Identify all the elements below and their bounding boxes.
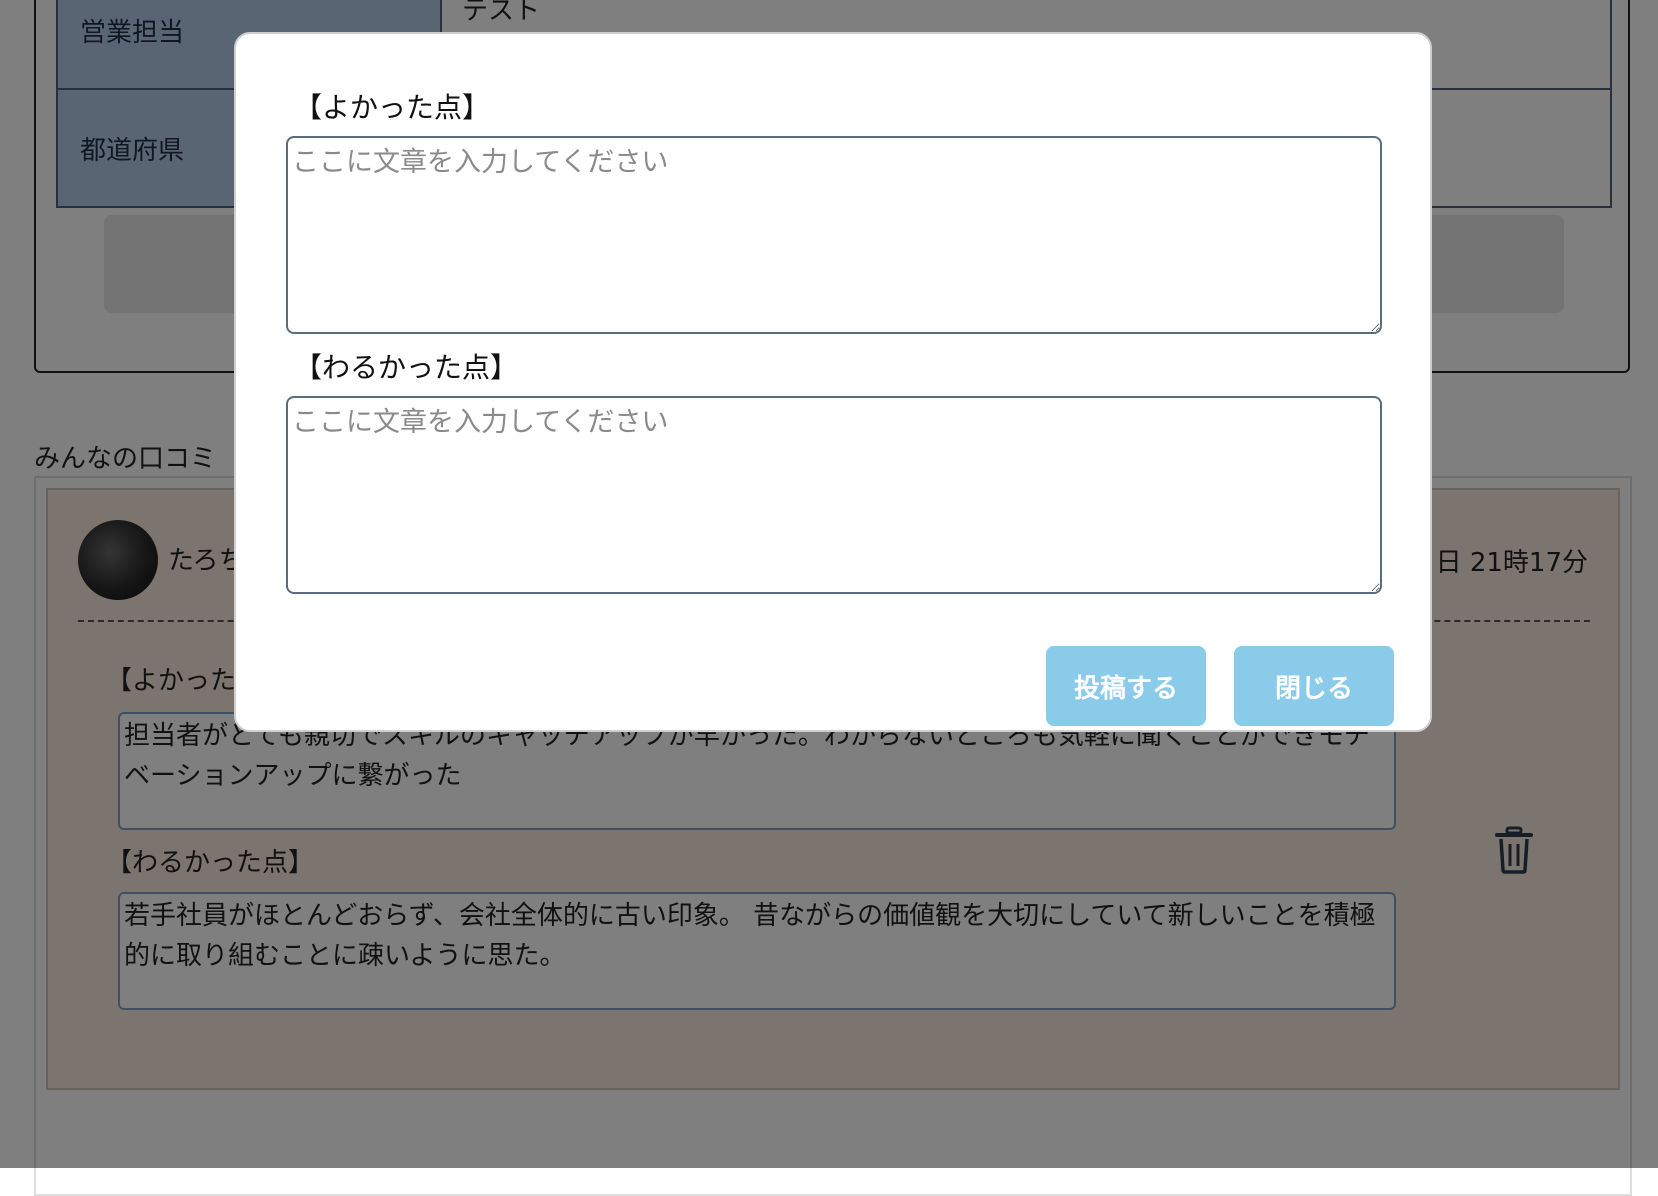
close-button[interactable]: 閉じる [1234, 646, 1394, 726]
submit-button[interactable]: 投稿する [1046, 646, 1206, 726]
good-points-input[interactable] [286, 136, 1382, 334]
bad-points-label: 【わるかった点】 [294, 351, 519, 384]
review-modal: 【よかった点】 【わるかった点】 投稿する 閉じる [234, 32, 1432, 732]
bad-points-input[interactable] [286, 396, 1382, 594]
good-points-label: 【よかった点】 [294, 91, 491, 124]
